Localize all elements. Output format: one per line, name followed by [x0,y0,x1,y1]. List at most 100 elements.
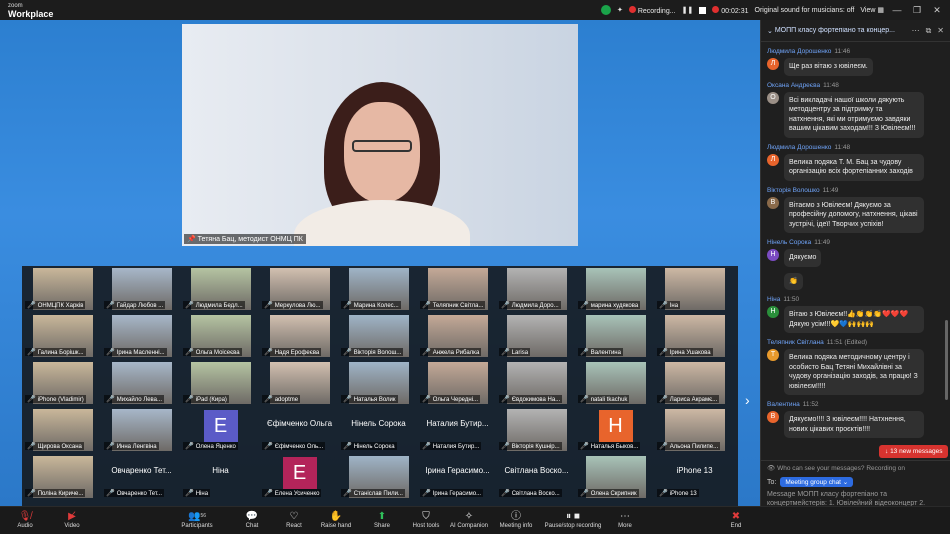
chat-message[interactable]: Нінель Сорока 11:49 Н Дякуємо [767,239,937,267]
mic-muted-icon: 🎤 [264,443,273,450]
participant-name: Іна [669,303,679,309]
participant-name-tag: 🎤 Світлана Воско... [499,489,562,497]
sender-avatar: Н [767,306,779,318]
participant-tile[interactable]: 🎤 Іна [656,268,733,310]
participant-tile[interactable]: 🎤 iPhone (Vladimir) [24,362,101,404]
participant-tile[interactable]: Овчаренко Тет... 🎤 Овчаренко Тет... [103,456,180,498]
participant-tile[interactable]: 🎤 Теляпник Світла... [419,268,496,310]
chat-message[interactable]: Людмила Дорошенко 11:48 Л Велика подяка Т.… [767,144,937,181]
video-button[interactable]: ▶̸ Video [47,510,97,529]
participant-tile[interactable]: 🎤 марина худякова [577,268,654,310]
participant-name: Ірина Масленні... [116,350,165,356]
participant-name-tag: 🎤 Овчаренко Тет... [104,489,164,497]
participant-tile[interactable]: 🎤 Олена Скрипник [577,456,654,498]
participant-tile[interactable]: 🎤 natali tkachuk [577,362,654,404]
chat-dropdown-icon[interactable]: ⌄ [767,27,773,35]
chat-title[interactable]: МОПП класу фортепіано та концер... [775,27,912,34]
raise-hand-button[interactable]: ✋ Raise hand [311,510,361,529]
chat-message[interactable]: Людмила Дорошенко 11:46 Л Ще раз вітаю з юв… [767,48,937,76]
participant-tile[interactable]: Ніна 🎤 Ніна [182,456,259,498]
recording-indicator[interactable]: Recording... [628,5,676,15]
participant-tile[interactable]: E 🎤 Елена Усиченко [261,456,338,498]
stop-icon[interactable] [699,6,707,14]
chat-scrollbar[interactable] [945,320,948,400]
mic-muted-icon: 🎤 [27,443,36,450]
participant-tile[interactable]: 🎤 Ольга Чередні... [419,362,496,404]
participant-tile[interactable]: Світлана Воско... 🎤 Світлана Воско... [498,456,575,498]
next-page-chevron-icon[interactable]: › [745,392,750,408]
meeting-info-button[interactable]: ⓘ Meeting info [491,510,541,529]
chat-message[interactable]: Ніна 11:50 Н Вітаю з Ювілеєм!!👍👏👏👏❤️❤️❤️Дяк… [767,296,937,333]
participant-tile[interactable]: 🎤 Станіслав Пили... [340,456,417,498]
participant-tile[interactable]: H 🎤 Наталья Быков... [577,409,654,451]
participant-tile[interactable]: 🎤 Поліна Кириче... [24,456,101,498]
participant-tile[interactable]: 🎤 Меркулова Лю... [261,268,338,310]
chat-message[interactable]: Теляпник Світлана 11:51 (Edited) Т Велика п… [767,339,937,395]
participant-tile[interactable]: Наталия Бутир... 🎤 Наталия Бутир... [419,409,496,451]
participant-name: Станіслав Пили... [353,491,403,497]
pause-icon[interactable]: ❚❚ [682,6,694,14]
participant-tile[interactable]: iPhone 13 🎤 iPhone 13 [656,456,733,498]
encryption-shield-icon[interactable] [600,5,611,15]
video-off-icon: ▶̸ [68,511,76,522]
restore-icon[interactable]: ❐ [910,5,924,16]
participant-tile[interactable]: 🎤 iPad (Кира) [182,362,259,404]
popout-icon[interactable]: ⧉ [926,26,932,36]
chat-message[interactable]: 👏 [767,272,937,290]
chat-message[interactable]: Оксана Андреєва 11:48 О Всі викладачі нашої… [767,82,937,138]
participant-tile[interactable]: 🎤 Ірина Ушакова [656,315,733,357]
new-messages-button[interactable]: ↓ 13 new messages [879,445,949,458]
original-sound-toggle[interactable]: Original sound for musicians: off [755,7,855,14]
more-options-icon[interactable]: ⋯ [912,26,920,36]
more-button[interactable]: ⋯ More [600,510,650,529]
ai-companion-button[interactable]: ✧ AI Companion [444,510,494,529]
participant-tile[interactable]: 🎤 Валентина [577,315,654,357]
participant-tile[interactable]: 🎤 Людмила Бедл... [182,268,259,310]
end-button[interactable]: ✖ End [711,510,761,529]
sender-avatar: Н [767,249,779,261]
who-can-see-notice[interactable]: 👁 Who can see your messages? Recording o… [761,460,950,475]
chat-message[interactable]: Валентина 11:52 В Дякуємо!!!! З ювілеєм!!!!… [767,401,937,438]
share-button[interactable]: ⬆ Share [357,510,407,529]
minimize-icon[interactable]: — [890,5,904,15]
participant-tile[interactable]: 🎤 adoptme [261,362,338,404]
participant-tile[interactable]: 🎤 Наталья Волик [340,362,417,404]
participant-tile[interactable]: 🎤 ОНМЦПК Харків [24,268,101,310]
participant-tile[interactable]: 🎤 Лариса Акрамє... [656,362,733,404]
recipient-select[interactable]: Meeting group chat ⌄ [780,477,854,487]
participant-tile[interactable]: 🎤 Ольга Моісеєва [182,315,259,357]
participants-button[interactable]: 👥56 Participants [172,510,222,529]
participant-tile[interactable]: Ірина Герасимо... 🎤 Ірина Герасимо... [419,456,496,498]
participant-tile[interactable]: 🎤 Larisa [498,315,575,357]
participant-tile[interactable]: 🎤 Альона Пилипе... [656,409,733,451]
participant-tile[interactable]: 🎤 Михайло Лева... [103,362,180,404]
participant-tile[interactable]: 🎤 Анжела Рибалка [419,315,496,357]
pause-recording-button[interactable]: ⏸ ■ Pause/stop recording [538,510,608,529]
audio-button[interactable]: 🎙︎̸ Audio [0,510,50,529]
participant-tile[interactable]: 🎤 Вікторія Волош... [340,315,417,357]
participant-tile[interactable]: 🎤 Вікторія Кушнір... [498,409,575,451]
participant-tile[interactable]: 🎤 Гайдар Любов ... [103,268,180,310]
share-label: Share [373,523,390,529]
close-chat-icon[interactable]: ✕ [937,26,944,36]
participant-tile[interactable]: 🎤 Щирова Оксана [24,409,101,451]
participant-tile[interactable]: 🎤 Инна Ленгвіна [103,409,180,451]
participant-name-tag: 🎤 Меркулова Лю... [262,301,323,309]
chat-message[interactable]: Вікторія Волошко 11:49 В Вітаємо з Ювілеєм!… [767,187,937,233]
participant-tile[interactable]: 🎤 Надя Ерофеєва [261,315,338,357]
active-speaker-video[interactable]: 📌 Тетяна Бац, методист ОНМЦ ПК [182,24,578,246]
sparkle-icon[interactable]: ✦ [617,6,623,14]
participant-name-tag: 🎤 Людмила Доро... [499,301,561,309]
participant-tile[interactable]: Єфімченко Ольга 🎤 Єфімченко Оль... [261,409,338,451]
participant-tile[interactable]: 🎤 Галина Борішк... [24,315,101,357]
participant-tile[interactable]: 🎤 Людмила Доро... [498,268,575,310]
participant-tile[interactable]: Нінель Сорока 🎤 Нінель Сорока [340,409,417,451]
participant-tile[interactable]: 🎤 Євдокимова На... [498,362,575,404]
participant-tile[interactable]: 🎤 Марина Колес... [340,268,417,310]
participant-tile[interactable]: E 🎤 Олена Яценко [182,409,259,451]
message-bubble: Велика подяка методичному центру і особи… [784,349,924,395]
participant-tile[interactable]: 🎤 Ірина Масленні... [103,315,180,357]
view-button[interactable]: View ▦ [860,6,884,14]
participant-name: Лариса Акрамє... [669,397,718,403]
close-window-icon[interactable]: ✕ [930,5,944,16]
